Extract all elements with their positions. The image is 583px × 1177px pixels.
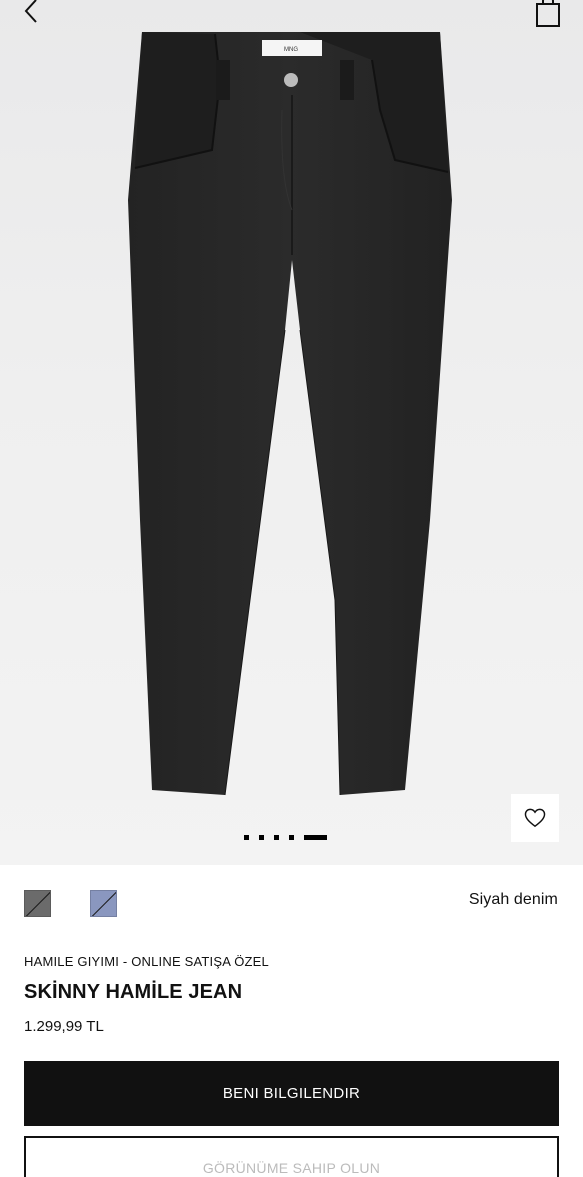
swatch-dark-grey[interactable] xyxy=(24,890,51,917)
notify-me-button[interactable]: BENI BILGILENDIR xyxy=(24,1061,559,1126)
heart-icon xyxy=(524,808,546,828)
svg-text:MNG: MNG xyxy=(284,47,298,53)
own-the-look-button[interactable]: GÖRÜNÜME SAHIP OLUN xyxy=(24,1136,559,1177)
carousel-indicator xyxy=(244,834,327,840)
product-title: SKİNNY HAMİLE JEAN xyxy=(24,981,243,1003)
unavailable-slash xyxy=(25,891,50,916)
selected-color-name: Siyah denim xyxy=(468,891,558,908)
product-price: 1.299,99 TL xyxy=(24,1018,104,1035)
shopping-bag-button[interactable] xyxy=(533,0,563,28)
carousel-dot[interactable] xyxy=(274,834,279,840)
unavailable-slash xyxy=(91,891,116,916)
carousel-dot[interactable] xyxy=(259,834,264,840)
chevron-left-icon xyxy=(24,0,37,23)
product-image: MNG xyxy=(128,32,452,796)
product-gallery[interactable]: MNG xyxy=(0,0,583,865)
color-swatches xyxy=(24,890,117,917)
product-category: HAMILE GIYIMI - ONLINE SATIŞA ÖZEL xyxy=(24,954,269,969)
back-button[interactable] xyxy=(14,0,48,28)
carousel-dot[interactable] xyxy=(244,834,249,840)
shopping-bag-icon xyxy=(536,0,560,27)
swatch-light-blue[interactable] xyxy=(90,890,117,917)
carousel-dot[interactable] xyxy=(289,834,294,840)
carousel-dot-active[interactable] xyxy=(304,834,327,840)
wishlist-button[interactable] xyxy=(511,794,559,842)
